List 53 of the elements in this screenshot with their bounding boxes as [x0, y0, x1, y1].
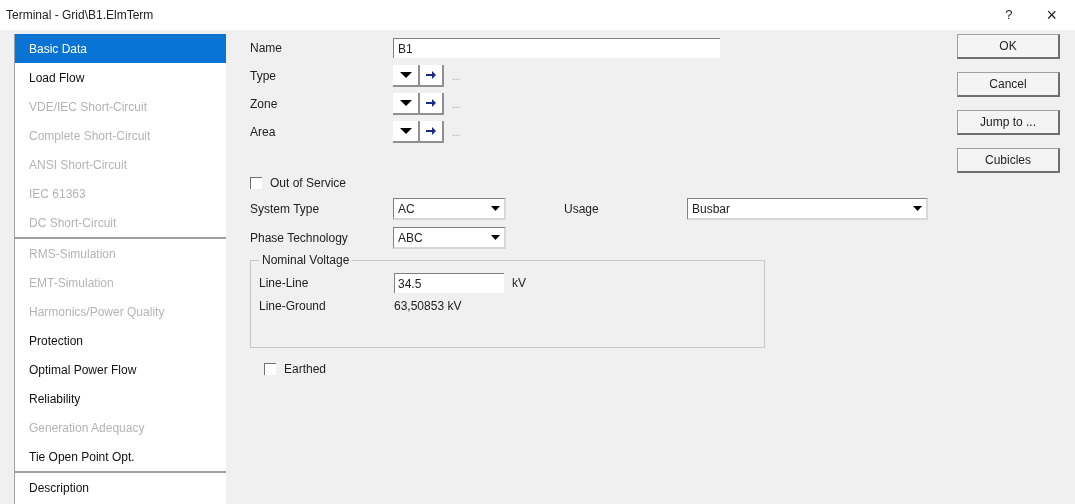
input-field[interactable]: B1: [393, 38, 720, 58]
caret-icon: [491, 206, 500, 211]
arrow-icon: [426, 99, 436, 107]
window-title: Terminal - Grid\B1.ElmTerm: [6, 7, 154, 24]
checkbox[interactable]: [250, 177, 262, 189]
checkbox[interactable]: [264, 363, 276, 375]
caret-icon: [913, 206, 922, 211]
unit-label: kV: [512, 275, 526, 292]
field-label: Phase Technology: [250, 230, 349, 247]
help-button[interactable]: ?: [1005, 5, 1013, 25]
dropdown[interactable]: AC: [393, 198, 506, 220]
dropdown[interactable]: Busbar: [687, 198, 928, 220]
sidebar-item[interactable]: Tie Open Point Opt.: [15, 442, 226, 471]
field-label: Area: [250, 124, 277, 141]
sidebar-item[interactable]: Protection: [15, 326, 226, 355]
reference-value: ...: [452, 69, 461, 84]
dialog-button[interactable]: OK: [957, 34, 1060, 59]
field-label: Type: [250, 68, 277, 85]
group-title: Nominal Voltage: [261, 252, 351, 269]
field-label: Usage: [564, 201, 600, 218]
sidebar-item[interactable]: Basic Data: [15, 34, 226, 63]
jump-button[interactable]: [420, 65, 444, 87]
field-label: Name: [250, 40, 283, 57]
arrow-icon: [426, 71, 436, 79]
sidebar-item[interactable]: Load Flow: [15, 63, 226, 92]
dropdown[interactable]: ABC: [393, 227, 506, 249]
dropdown-button[interactable]: [393, 121, 420, 143]
reference-value: ...: [452, 125, 461, 140]
caret-icon: [491, 235, 500, 240]
checkbox-label: Earthed: [284, 361, 327, 378]
input-field[interactable]: 34.5: [394, 273, 504, 293]
dropdown-button[interactable]: [393, 65, 420, 87]
checkbox-label: Out of Service: [270, 175, 347, 192]
jump-button[interactable]: [420, 121, 444, 143]
dropdown-button[interactable]: [393, 93, 420, 115]
jump-button[interactable]: [420, 93, 444, 115]
caret-icon: [399, 100, 412, 106]
field-label: Zone: [250, 96, 279, 113]
field-label: System Type: [250, 201, 321, 218]
close-button[interactable]: ×: [1046, 6, 1057, 24]
sidebar-item[interactable]: Description: [15, 473, 226, 502]
caret-icon: [399, 72, 412, 78]
sidebar-item[interactable]: Optimal Power Flow: [15, 355, 226, 384]
arrow-icon: [426, 127, 436, 135]
reference-value: ...: [452, 97, 461, 112]
field-label: Line-Line: [259, 275, 310, 292]
dialog-button[interactable]: Cubicles: [957, 148, 1060, 173]
field-label: Line-Ground: [259, 298, 327, 315]
dialog-button[interactable]: Cancel: [957, 72, 1060, 97]
dialog-button[interactable]: Jump to ...: [957, 110, 1060, 135]
sidebar-item[interactable]: Reliability: [15, 384, 226, 413]
caret-icon: [399, 128, 412, 134]
field-value: 63,50853 kV: [394, 298, 462, 315]
